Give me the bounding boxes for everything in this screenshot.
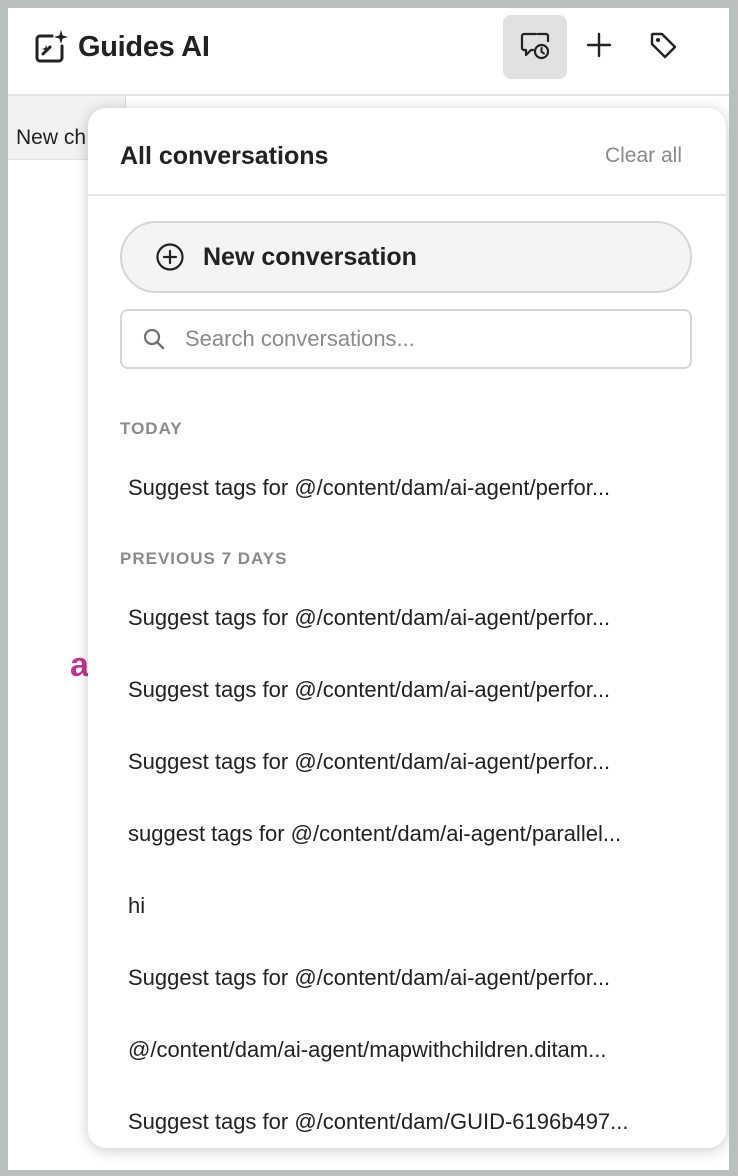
conversation-item[interactable]: Suggest tags for @/content/dam/ai-agent/…: [128, 670, 688, 710]
background-heading-fragment: a: [70, 646, 89, 684]
chat-history-icon: [519, 29, 551, 66]
new-conversation-button[interactable]: New conversation: [120, 221, 692, 293]
new-conversation-label: New conversation: [203, 242, 417, 271]
clear-all-button[interactable]: Clear all: [605, 144, 682, 168]
sparkle-edit-icon: [32, 28, 70, 66]
conversation-item[interactable]: Suggest tags for @/content/dam/ai-agent/…: [128, 468, 688, 508]
plus-icon: [585, 31, 613, 64]
new-chat-button[interactable]: [567, 15, 631, 79]
conversation-item[interactable]: suggest tags for @/content/dam/ai-agent/…: [128, 814, 688, 854]
conversation-item[interactable]: Suggest tags for @/content/dam/ai-agent/…: [128, 742, 688, 782]
tag-icon: [648, 30, 678, 65]
conversations-popover: All conversations Clear all New conversa…: [88, 108, 726, 1148]
conversation-history-button[interactable]: [503, 15, 567, 79]
conversation-item[interactable]: @/content/dam/ai-agent/mapwithchildren.d…: [128, 1030, 688, 1070]
search-input[interactable]: [185, 326, 665, 352]
conversation-item[interactable]: Suggest tags for @/content/dam/ai-agent/…: [128, 958, 688, 998]
search-conversations-field: [120, 309, 692, 369]
guides-ai-panel: Guides AI New ch a All conversations Cle…: [8, 8, 729, 1170]
app-title: Guides AI: [78, 31, 210, 63]
section-label-previous-7-days: PREVIOUS 7 DAYS: [120, 549, 288, 568]
tags-button[interactable]: [631, 15, 695, 79]
conversation-item[interactable]: Suggest tags for @/content/dam/GUID-6196…: [128, 1102, 688, 1142]
popover-title: All conversations: [120, 142, 329, 170]
header: Guides AI: [8, 8, 729, 96]
conversation-item[interactable]: Suggest tags for @/content/dam/ai-agent/…: [128, 598, 688, 638]
search-icon: [142, 327, 166, 351]
section-label-today: TODAY: [120, 419, 183, 438]
chat-tab-label: New ch: [16, 126, 87, 149]
popover-header: All conversations Clear all: [88, 108, 726, 196]
plus-circle-icon: [155, 242, 185, 272]
conversation-item[interactable]: hi: [128, 886, 688, 926]
